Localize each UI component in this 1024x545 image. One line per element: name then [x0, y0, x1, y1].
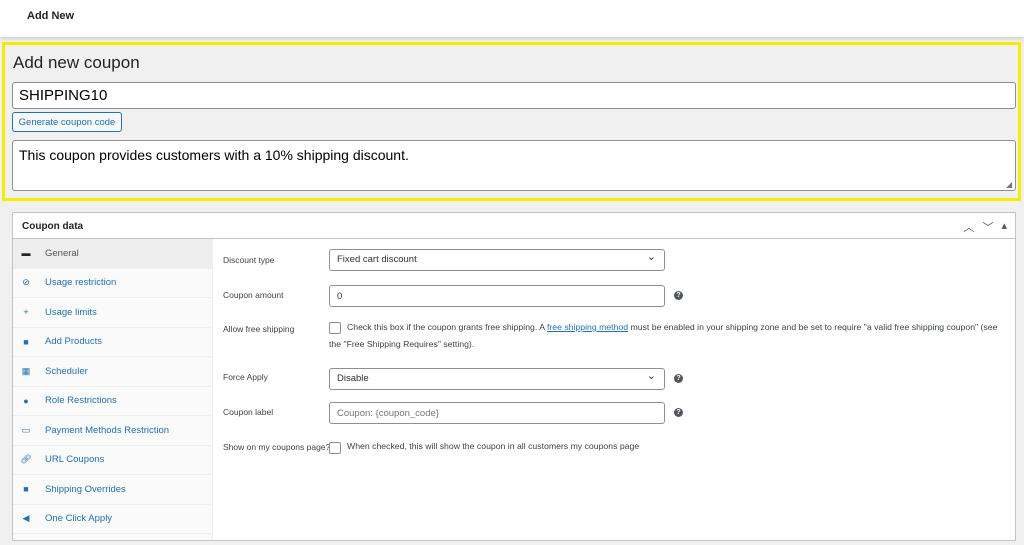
- force-apply-label: Force Apply: [223, 372, 268, 382]
- help-icon[interactable]: ?: [674, 374, 683, 383]
- coupon-tabs: ▬ General ⊘ Usage restriction + Usage limit…: [13, 239, 213, 540]
- tab-add-products[interactable]: ■ Add Products: [13, 328, 212, 357]
- truck-icon: ■: [23, 484, 29, 495]
- panel-header: Coupon data ︿ ﹀ ▴: [13, 213, 1015, 239]
- free-shipping-method-link[interactable]: free shipping method: [547, 322, 628, 332]
- tab-label: Scheduler: [45, 365, 88, 377]
- tab-shipping-overrides[interactable]: ■ Shipping Overrides: [13, 475, 212, 505]
- resize-handle-icon[interactable]: ◢: [1006, 180, 1012, 189]
- tab-label: Add Products: [45, 336, 103, 348]
- tab-scheduler[interactable]: ▦ Scheduler: [13, 357, 212, 387]
- coupon-amount-label: Coupon amount: [223, 290, 284, 300]
- help-icon[interactable]: ?: [674, 408, 683, 417]
- panel-title: Coupon data: [22, 221, 84, 232]
- show-my-coupons-description: When checked, this will show the coupon …: [347, 441, 640, 451]
- tab-label: Shipping Overrides: [45, 483, 126, 495]
- free-shipping-description: Check this box if the coupon grants free…: [329, 322, 998, 349]
- discount-type-value: Fixed cart discount: [337, 254, 417, 265]
- move-up-icon[interactable]: ︿: [963, 219, 974, 235]
- tab-general[interactable]: ▬ General: [13, 239, 212, 269]
- coupon-heading: Add new coupon: [13, 53, 140, 72]
- tab-label: One Click Apply: [45, 513, 113, 525]
- tab-label: Payment Methods Restriction: [45, 424, 170, 436]
- discount-type-select[interactable]: Fixed cart discount: [329, 249, 665, 271]
- plus-icon: +: [23, 307, 29, 318]
- tab-label: Role Restrictions: [45, 395, 117, 407]
- tab-url-coupons[interactable]: 🔗︎ URL Coupons: [13, 446, 212, 475]
- tab-label: Usage restriction: [45, 277, 117, 289]
- help-icon[interactable]: ?: [674, 291, 683, 300]
- calendar-icon: ▦: [21, 365, 31, 376]
- tab-payment-methods-restriction[interactable]: ▭ Payment Methods Restriction: [13, 416, 212, 446]
- bag-icon: ■: [23, 336, 29, 347]
- page-title: Add New: [27, 10, 75, 22]
- allow-free-shipping-label: Allow free shipping: [223, 324, 295, 334]
- coupon-code-input[interactable]: [12, 82, 1016, 109]
- show-my-coupons-checkbox[interactable]: [329, 442, 341, 454]
- generate-coupon-code-button[interactable]: Generate coupon code: [12, 112, 122, 132]
- discount-type-label: Discount type: [223, 255, 275, 265]
- tab-usage-limits[interactable]: + Usage limits: [13, 298, 212, 328]
- ticket-icon: ▬: [21, 248, 31, 259]
- coupon-description-textarea[interactable]: This coupon provides customers with a 10…: [12, 140, 1016, 191]
- tab-role-restrictions[interactable]: ● Role Restrictions: [13, 387, 212, 416]
- tab-label: Usage limits: [45, 306, 97, 318]
- toggle-panel-icon[interactable]: ▴: [1001, 219, 1007, 235]
- user-icon: ●: [23, 395, 29, 406]
- show-my-coupons-label: Show on my coupons page?: [223, 442, 331, 452]
- coupon-label-label: Coupon label: [223, 407, 274, 417]
- megaphone-icon: ◀: [22, 513, 30, 524]
- coupon-amount-input[interactable]: [329, 285, 665, 307]
- move-down-icon[interactable]: ﹀: [982, 219, 993, 235]
- link-icon: 🔗︎: [20, 454, 32, 465]
- coupon-data-panel: Coupon data ︿ ﹀ ▴ ▬ General ⊘ Usage restri…: [12, 212, 1016, 541]
- tab-label: General: [45, 247, 79, 259]
- force-apply-select[interactable]: Disable: [329, 368, 665, 390]
- tab-label: URL Coupons: [45, 454, 105, 466]
- force-apply-value: Disable: [337, 373, 369, 384]
- block-icon: ⊘: [22, 277, 30, 288]
- tab-usage-restriction[interactable]: ⊘ Usage restriction: [13, 269, 212, 298]
- top-bar: Add New: [0, 0, 1024, 37]
- card-icon: ▭: [21, 424, 31, 435]
- tab-one-click-apply[interactable]: ◀ One Click Apply: [13, 505, 212, 534]
- coupon-label-input[interactable]: [329, 402, 665, 424]
- general-fields: Discount type Fixed cart discount Coupon…: [223, 239, 1015, 540]
